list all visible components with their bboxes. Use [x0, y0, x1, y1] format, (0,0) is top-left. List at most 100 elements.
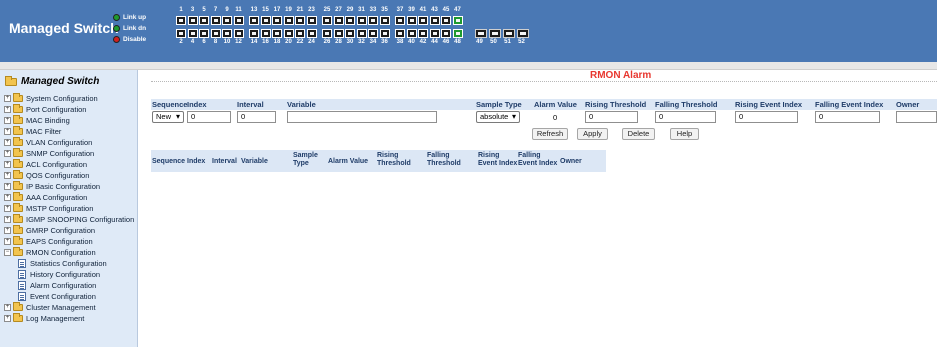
- port-icon[interactable]: [406, 16, 417, 25]
- port-icon[interactable]: [322, 29, 332, 38]
- expand-icon[interactable]: +: [4, 117, 11, 124]
- port-icon[interactable]: [283, 29, 294, 38]
- sidebar-item[interactable]: + IP Basic Configuration: [4, 181, 134, 192]
- port-icon[interactable]: [306, 29, 317, 38]
- sidebar-item[interactable]: + ACL Configuration: [4, 159, 134, 170]
- port-icon[interactable]: [333, 16, 344, 25]
- port-icon[interactable]: [272, 16, 282, 25]
- apply-button[interactable]: Apply: [577, 128, 608, 140]
- expand-icon[interactable]: +: [4, 161, 11, 168]
- sidebar-item[interactable]: + Port Configuration: [4, 104, 134, 115]
- rising-threshold-input[interactable]: 0: [585, 111, 638, 123]
- rising-event-index-input[interactable]: 0: [735, 111, 798, 123]
- expand-icon[interactable]: +: [4, 183, 11, 190]
- port-icon[interactable]: [249, 29, 259, 38]
- sfp-port-icon[interactable]: [488, 29, 501, 38]
- port-icon[interactable]: [379, 29, 390, 38]
- expand-icon[interactable]: +: [4, 128, 11, 135]
- sidebar-item[interactable]: + QOS Configuration: [4, 170, 134, 181]
- sidebar-item[interactable]: + SNMP Configuration: [4, 148, 134, 159]
- variable-input[interactable]: [287, 111, 437, 123]
- port-icon[interactable]: [187, 16, 198, 25]
- port-icon[interactable]: [260, 16, 271, 25]
- sidebar-item[interactable]: + EAPS Configuration: [4, 236, 134, 247]
- port-icon[interactable]: [429, 16, 440, 25]
- sidebar-item[interactable]: + System Configuration: [4, 93, 134, 104]
- expand-icon[interactable]: +: [4, 304, 11, 311]
- port-icon[interactable]: [406, 29, 417, 38]
- port-icon[interactable]: [233, 16, 244, 25]
- sequence-select[interactable]: New: [152, 111, 184, 123]
- port-icon[interactable]: [222, 29, 232, 38]
- sidebar-item[interactable]: + MAC Filter: [4, 126, 134, 137]
- expand-icon[interactable]: +: [4, 172, 11, 179]
- expand-icon[interactable]: +: [4, 139, 11, 146]
- port-icon[interactable]: [272, 29, 282, 38]
- sidebar-item[interactable]: + AAA Configuration: [4, 192, 134, 203]
- port-icon[interactable]: [199, 16, 209, 25]
- falling-event-index-input[interactable]: 0: [815, 111, 880, 123]
- sidebar-item[interactable]: − RMON Configuration: [4, 247, 134, 258]
- sidebar-item[interactable]: + IGMP SNOOPING Configuration: [4, 214, 134, 225]
- sidebar-item[interactable]: History Configuration: [4, 269, 134, 280]
- expand-icon[interactable]: +: [4, 150, 11, 157]
- port-icon[interactable]: [249, 16, 259, 25]
- owner-input[interactable]: [896, 111, 937, 123]
- port-icon[interactable]: [295, 16, 305, 25]
- port-icon[interactable]: [395, 16, 405, 25]
- port-icon[interactable]: [345, 16, 355, 25]
- expand-icon[interactable]: +: [4, 315, 11, 322]
- port-icon[interactable]: [322, 16, 332, 25]
- sidebar-title[interactable]: Managed Switch: [5, 75, 99, 87]
- port-icon[interactable]: [356, 16, 367, 25]
- port-icon[interactable]: [210, 16, 221, 25]
- port-icon[interactable]: [441, 16, 451, 25]
- port-icon[interactable]: [199, 29, 209, 38]
- sidebar-item[interactable]: + VLAN Configuration: [4, 137, 134, 148]
- sfp-port-icon[interactable]: [502, 29, 515, 38]
- port-icon[interactable]: [176, 16, 186, 25]
- expand-icon[interactable]: +: [4, 106, 11, 113]
- delete-button[interactable]: Delete: [622, 128, 655, 140]
- port-icon[interactable]: [441, 29, 451, 38]
- expand-icon[interactable]: +: [4, 227, 11, 234]
- port-icon[interactable]: [260, 29, 271, 38]
- port-icon[interactable]: [356, 29, 367, 38]
- port-icon[interactable]: [187, 29, 198, 38]
- sidebar-item[interactable]: Alarm Configuration: [4, 280, 134, 291]
- sidebar-item[interactable]: + Log Management: [4, 313, 134, 324]
- expand-icon[interactable]: +: [4, 95, 11, 102]
- port-icon[interactable]: [210, 29, 221, 38]
- expand-icon[interactable]: +: [4, 194, 11, 201]
- port-icon[interactable]: [418, 16, 428, 25]
- interval-input[interactable]: 0: [237, 111, 276, 123]
- port-icon[interactable]: [176, 29, 186, 38]
- port-icon[interactable]: [379, 16, 390, 25]
- collapse-icon[interactable]: −: [4, 249, 11, 256]
- sidebar-item[interactable]: + GMRP Configuration: [4, 225, 134, 236]
- falling-threshold-input[interactable]: 0: [655, 111, 716, 123]
- sample-type-select[interactable]: absolute: [476, 111, 520, 123]
- sidebar-item[interactable]: Event Configuration: [4, 291, 134, 302]
- refresh-button[interactable]: Refresh: [532, 128, 568, 140]
- help-button[interactable]: Help: [670, 128, 699, 140]
- port-icon[interactable]: [429, 29, 440, 38]
- sidebar-item[interactable]: + MAC Binding: [4, 115, 134, 126]
- sidebar-item[interactable]: + Cluster Management: [4, 302, 134, 313]
- port-icon[interactable]: [368, 16, 378, 25]
- port-icon[interactable]: [418, 29, 428, 38]
- index-input[interactable]: 0: [187, 111, 231, 123]
- port-icon[interactable]: [333, 29, 344, 38]
- port-icon[interactable]: [345, 29, 355, 38]
- sfp-port-icon[interactable]: [516, 29, 529, 38]
- port-icon[interactable]: [452, 16, 463, 25]
- sfp-port-icon[interactable]: [474, 29, 487, 38]
- port-icon[interactable]: [283, 16, 294, 25]
- port-icon[interactable]: [395, 29, 405, 38]
- expand-icon[interactable]: +: [4, 205, 11, 212]
- expand-icon[interactable]: +: [4, 238, 11, 245]
- port-icon[interactable]: [368, 29, 378, 38]
- sidebar-item[interactable]: + MSTP Configuration: [4, 203, 134, 214]
- port-icon[interactable]: [452, 29, 463, 38]
- port-icon[interactable]: [222, 16, 232, 25]
